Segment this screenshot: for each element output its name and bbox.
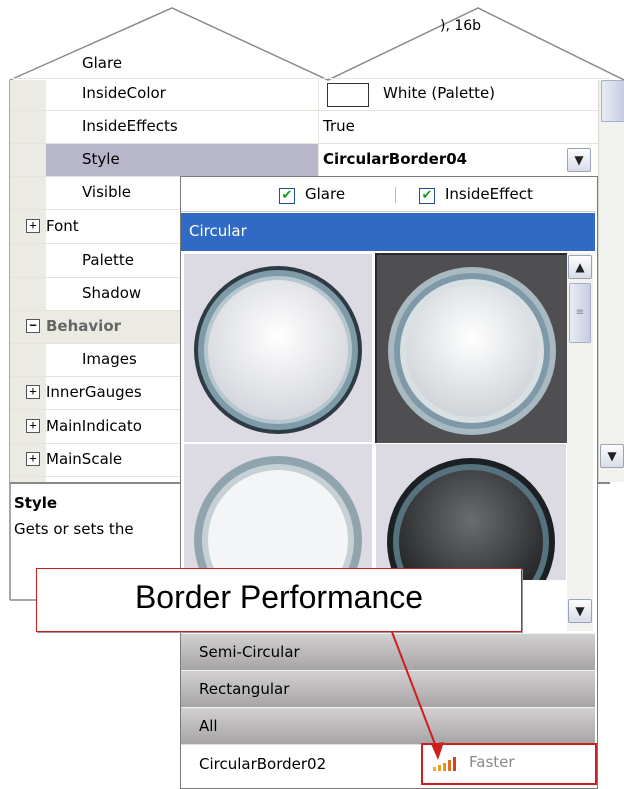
category-semi-circular[interactable]: Semi-Circular bbox=[181, 633, 595, 670]
glare-checkbox[interactable]: ✔ bbox=[279, 185, 295, 204]
property-row-glare[interactable]: Glare bbox=[10, 40, 610, 79]
category-all[interactable]: All bbox=[181, 707, 595, 744]
performance-label: Faster bbox=[469, 753, 515, 771]
property-name: Shadow bbox=[82, 284, 142, 302]
popup-options-bar: ✔ Glare ✔ InsideEffect bbox=[181, 177, 595, 212]
top-value-fragment: ), 16b bbox=[440, 18, 482, 34]
category-header-label: Circular bbox=[189, 222, 247, 240]
insideeffect-label: InsideEffect bbox=[445, 185, 533, 203]
grid-scrollbar[interactable]: ▼ bbox=[598, 80, 624, 482]
category-header-circular[interactable]: Circular bbox=[181, 213, 595, 251]
border-style-tile[interactable] bbox=[375, 443, 567, 581]
category-rectangular[interactable]: Rectangular bbox=[181, 670, 595, 707]
property-row-style[interactable]: Style CircularBorder04 ▼ bbox=[10, 144, 610, 177]
border-style-tile-selected[interactable] bbox=[375, 253, 569, 445]
circular-border-thumbnail bbox=[194, 266, 362, 434]
property-value-cell[interactable]: CircularBorder04 ▼ bbox=[318, 144, 609, 176]
property-name: InnerGauges bbox=[46, 383, 142, 401]
property-value: CircularBorder04 bbox=[323, 150, 468, 168]
property-value: True bbox=[323, 117, 355, 135]
chevron-down-icon[interactable]: ▼ bbox=[567, 148, 591, 172]
style-picker-popup: ✔ Glare ✔ InsideEffect Circular ▲ ≡ ▼ Se… bbox=[180, 176, 598, 789]
popup-scrollbar[interactable]: ▲ ≡ ▼ bbox=[567, 253, 593, 631]
property-row-insidecolor[interactable]: InsideColor White (Palette) bbox=[10, 78, 610, 111]
property-name: Glare bbox=[82, 54, 123, 72]
chevron-down-icon[interactable]: ▼ bbox=[600, 444, 624, 468]
plus-box-icon[interactable]: + bbox=[26, 219, 40, 233]
insideeffect-checkbox[interactable]: ✔ bbox=[419, 185, 435, 204]
category-label: Rectangular bbox=[199, 680, 290, 698]
glare-label: Glare bbox=[305, 185, 346, 203]
border-style-tile[interactable] bbox=[183, 443, 373, 581]
property-name: MainScale bbox=[46, 450, 123, 468]
property-name: Visible bbox=[82, 183, 131, 201]
property-name: InsideEffects bbox=[82, 117, 178, 135]
separator bbox=[395, 187, 396, 203]
border-style-tile[interactable] bbox=[183, 253, 373, 443]
property-value-cell[interactable]: White (Palette) bbox=[318, 78, 609, 110]
property-row-insideeffects[interactable]: InsideEffects True bbox=[10, 111, 610, 144]
property-value: White (Palette) bbox=[383, 84, 496, 102]
signal-bars-icon bbox=[433, 757, 456, 771]
callout-text: Border Performance bbox=[134, 579, 424, 615]
property-name: InsideColor bbox=[82, 84, 166, 102]
property-name: MainIndicato bbox=[46, 417, 142, 435]
category-label: All bbox=[199, 717, 218, 735]
property-name: Font bbox=[46, 217, 79, 235]
description-text: Gets or sets the bbox=[14, 520, 134, 538]
selected-item-row[interactable]: CircularBorder02 Faster bbox=[181, 743, 597, 787]
circular-border-thumbnail bbox=[194, 456, 362, 580]
minus-box-icon[interactable]: − bbox=[26, 319, 40, 333]
scroll-down-icon[interactable]: ▼ bbox=[568, 599, 592, 623]
property-name: Palette bbox=[82, 251, 134, 269]
performance-highlight: Faster bbox=[421, 743, 597, 785]
category-label: Semi-Circular bbox=[199, 643, 300, 661]
property-name: Images bbox=[82, 350, 137, 368]
plus-box-icon[interactable]: + bbox=[26, 452, 40, 466]
scrollbar-thumb[interactable] bbox=[601, 80, 624, 122]
checkbox-checked-icon: ✔ bbox=[279, 187, 295, 204]
selected-item-name: CircularBorder02 bbox=[199, 755, 327, 773]
description-title: Style bbox=[14, 494, 58, 512]
scroll-up-icon[interactable]: ▲ bbox=[568, 255, 592, 279]
color-swatch bbox=[327, 83, 369, 107]
plus-box-icon[interactable]: + bbox=[26, 419, 40, 433]
circular-border-thumbnail bbox=[388, 267, 556, 435]
category-name: Behavior bbox=[46, 317, 122, 335]
checkbox-checked-icon: ✔ bbox=[419, 187, 435, 204]
property-value-cell[interactable]: True bbox=[318, 111, 609, 143]
circular-border-thumbnail bbox=[387, 458, 555, 580]
plus-box-icon[interactable]: + bbox=[26, 385, 40, 399]
scrollbar-thumb[interactable]: ≡ bbox=[569, 283, 591, 343]
property-name: Style bbox=[82, 150, 120, 168]
callout-box: Border Performance bbox=[36, 568, 522, 632]
